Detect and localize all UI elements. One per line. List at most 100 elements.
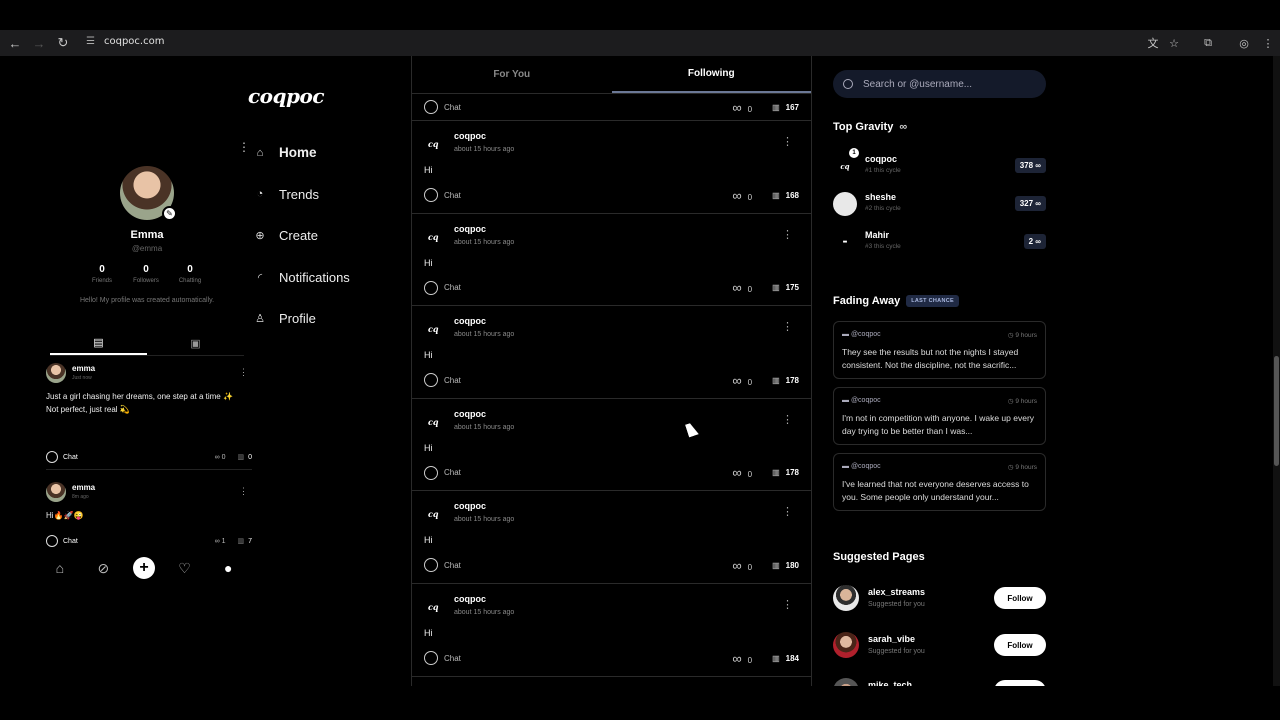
- tab-for-you[interactable]: For You: [412, 56, 612, 93]
- suggested-name[interactable]: sarah_vibe: [868, 634, 915, 644]
- follow-button[interactable]: Follow: [994, 634, 1046, 656]
- scrollbar-thumb[interactable]: [1274, 356, 1279, 466]
- post-author[interactable]: coqpoc: [454, 501, 486, 511]
- back-icon[interactable]: ←: [3, 31, 27, 55]
- suggested-page[interactable]: sarah_vibe Suggested for you Follow: [833, 632, 1046, 662]
- site-info-icon[interactable]: ☰: [86, 36, 95, 47]
- nav-create[interactable]: ⊕ Create: [236, 215, 350, 257]
- fading-handle[interactable]: ▬ @coqpoc: [842, 463, 881, 470]
- post-author[interactable]: emma: [72, 364, 95, 373]
- feed-post[interactable]: cq coqpoc about 15 hours ago ⋮ Hi Chat ∞ 0 ▥ 184: [412, 584, 811, 677]
- search-bar[interactable]: [833, 70, 1046, 98]
- fading-handle[interactable]: ▬ @coqpoc: [842, 331, 881, 338]
- stat-followers[interactable]: 0 Followers: [124, 264, 168, 284]
- post-more-icon[interactable]: ⋮: [782, 135, 793, 148]
- stat-friends[interactable]: 0 Friends: [80, 264, 124, 284]
- gravity-user[interactable]: sheshe #2 this cycle 327 ∞: [833, 190, 1046, 218]
- gravity-avatar[interactable]: [833, 192, 857, 216]
- extensions-icon[interactable]: ⧉: [1196, 30, 1220, 56]
- gravity-count[interactable]: ∞ 0: [732, 188, 752, 203]
- author-logo-icon[interactable]: cq: [428, 139, 440, 151]
- bookmark-star-icon[interactable]: ☆: [1162, 30, 1186, 56]
- gravity-count[interactable]: ∞ 0: [732, 280, 752, 295]
- chat-icon[interactable]: [424, 465, 438, 480]
- post-more-icon[interactable]: ⋮: [239, 486, 248, 497]
- browser-menu-icon[interactable]: ⋮: [1256, 30, 1280, 56]
- post-more-icon[interactable]: ⋮: [782, 320, 793, 333]
- nav-trends[interactable]: ◔ Trends: [236, 174, 350, 216]
- app-logo[interactable]: coqpoc: [248, 84, 325, 108]
- user-icon[interactable]: ●: [214, 560, 242, 576]
- chat-label[interactable]: Chat: [63, 538, 78, 545]
- suggested-avatar[interactable]: [833, 678, 859, 686]
- chat-icon[interactable]: [46, 451, 58, 463]
- author-logo-icon[interactable]: cq: [428, 509, 440, 521]
- tab-media[interactable]: ▣: [147, 332, 244, 355]
- chat-icon[interactable]: [424, 373, 438, 388]
- post-author[interactable]: coqpoc: [454, 594, 486, 604]
- forward-icon[interactable]: →: [27, 31, 51, 55]
- feed-post[interactable]: cq coqpoc about 15 hours ago ⋮ Hi Chat ∞ 0 ▥ 175: [412, 214, 811, 307]
- author-logo-icon[interactable]: cq: [428, 417, 440, 429]
- chat-icon[interactable]: [424, 280, 438, 295]
- gravity-count[interactable]: ∞ 0: [215, 454, 226, 461]
- chat-label[interactable]: Chat: [444, 561, 461, 570]
- author-logo-icon[interactable]: cq: [428, 232, 440, 244]
- chat-icon[interactable]: [424, 188, 438, 202]
- post-more-icon[interactable]: ⋮: [782, 505, 793, 518]
- gravity-count[interactable]: ∞ 0: [732, 651, 752, 666]
- fading-item[interactable]: ▬ @coqpoc ◷ 9 hours They see the results…: [833, 321, 1046, 379]
- tab-posts[interactable]: ▤: [50, 332, 147, 355]
- chat-label[interactable]: Chat: [444, 376, 461, 385]
- stat-chatting[interactable]: 0 Chatting: [168, 264, 212, 284]
- tab-following[interactable]: Following: [611, 56, 811, 93]
- gravity-name[interactable]: sheshe: [865, 192, 896, 202]
- feed-post-partial[interactable]: Chat ∞ 0 ▥ 167: [412, 94, 811, 121]
- explore-icon[interactable]: ⊘: [89, 560, 117, 577]
- author-logo-icon[interactable]: cq: [428, 602, 440, 614]
- fading-item[interactable]: ▬ @coqpoc ◷ 9 hours I've learned that no…: [833, 453, 1046, 511]
- gravity-name[interactable]: coqpoc: [865, 154, 897, 164]
- suggested-page[interactable]: alex_streams Suggested for you Follow: [833, 585, 1046, 615]
- gravity-count[interactable]: ∞ 1: [215, 538, 226, 545]
- suggested-avatar[interactable]: [833, 585, 859, 611]
- chat-label[interactable]: Chat: [444, 103, 461, 112]
- feed-post[interactable]: cq coqpoc about 15 hours ago ⋮ Hi Chat ∞ 0 ▥ 168: [412, 121, 811, 214]
- home-icon[interactable]: ⌂: [46, 560, 74, 576]
- gravity-name[interactable]: Mahir: [865, 230, 889, 240]
- suggested-page[interactable]: mike_tech: [833, 678, 1046, 686]
- profile-avatar[interactable]: ✎: [120, 166, 177, 221]
- chat-icon[interactable]: [424, 100, 438, 114]
- post-more-icon[interactable]: ⋮: [782, 413, 793, 426]
- chat-icon[interactable]: [46, 535, 58, 547]
- gravity-user[interactable]: ▬ Mahir #3 this cycle 2 ∞: [833, 228, 1046, 256]
- gravity-count[interactable]: ∞ 0: [732, 100, 752, 115]
- follow-button[interactable]: Follow: [994, 587, 1046, 609]
- post-more-icon[interactable]: ⋮: [239, 367, 248, 378]
- post-author[interactable]: coqpoc: [454, 131, 486, 141]
- gravity-user[interactable]: cq 1 coqpoc #1 this cycle 378 ∞: [833, 148, 1046, 180]
- suggested-avatar[interactable]: [833, 632, 859, 658]
- post-more-icon[interactable]: ⋮: [782, 598, 793, 611]
- chat-label[interactable]: Chat: [444, 654, 461, 663]
- gravity-count[interactable]: ∞ 0: [732, 558, 752, 573]
- post-avatar[interactable]: [46, 482, 66, 502]
- chat-label[interactable]: Chat: [444, 468, 461, 477]
- account-icon[interactable]: ◎: [1232, 30, 1256, 56]
- post-more-icon[interactable]: ⋮: [782, 228, 793, 241]
- post-avatar[interactable]: [46, 363, 66, 383]
- nav-profile[interactable]: ♙ Profile: [236, 298, 350, 340]
- feed-post[interactable]: cq coqpoc about 15 hours ago ⋮ Hi Chat ∞ 0 ▥ 180: [412, 491, 811, 584]
- post-author[interactable]: coqpoc: [454, 316, 486, 326]
- post-author[interactable]: coqpoc: [454, 409, 486, 419]
- nav-notifications[interactable]: ◜ Notifications: [236, 257, 350, 299]
- profile-post[interactable]: emma Just now ⋮ Just a girl chasing her …: [46, 363, 252, 470]
- fading-item[interactable]: ▬ @coqpoc ◷ 9 hours I'm not in competiti…: [833, 387, 1046, 445]
- chat-label[interactable]: Chat: [444, 283, 461, 292]
- chat-icon[interactable]: [424, 558, 438, 573]
- address-bar[interactable]: coqpoc.com: [104, 36, 164, 47]
- create-post-button[interactable]: +: [132, 557, 155, 579]
- post-author[interactable]: emma: [72, 483, 95, 492]
- reload-icon[interactable]: ↻: [51, 31, 75, 55]
- suggested-name[interactable]: alex_streams: [868, 587, 925, 597]
